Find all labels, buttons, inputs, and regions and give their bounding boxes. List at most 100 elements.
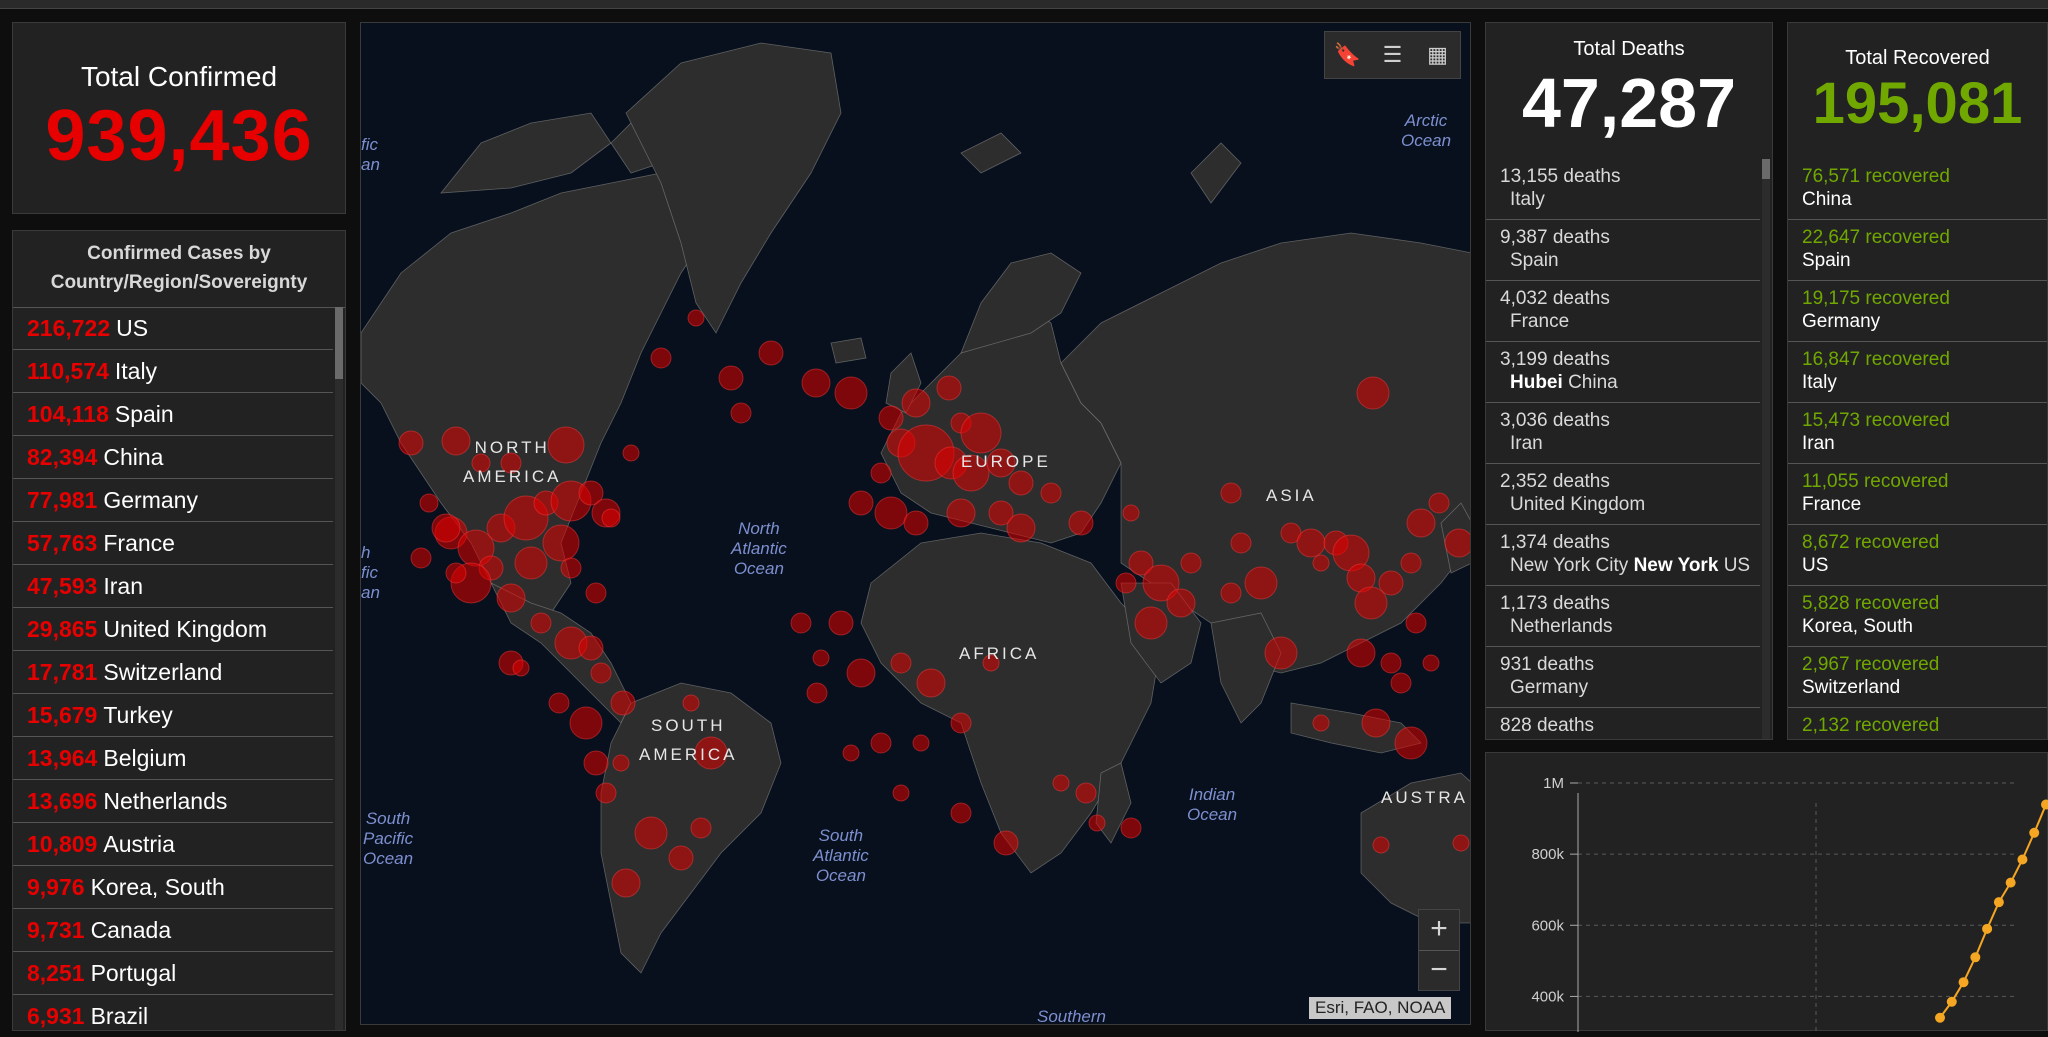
case-bubble[interactable] — [569, 706, 603, 740]
recovered-row[interactable]: 19,175 recovered Germany — [1788, 281, 2047, 342]
case-bubble[interactable] — [1356, 376, 1390, 410]
case-bubble[interactable] — [1040, 482, 1062, 504]
chart-data-point[interactable] — [2029, 827, 2040, 838]
confirmed-row[interactable]: 15,679 Turkey — [13, 694, 333, 737]
case-bubble[interactable] — [993, 830, 1019, 856]
case-bubble[interactable] — [1006, 513, 1036, 543]
case-bubble[interactable] — [828, 610, 854, 636]
case-bubble[interactable] — [1122, 504, 1140, 522]
case-bubble[interactable] — [590, 662, 612, 684]
case-bubble[interactable] — [1296, 528, 1326, 558]
case-bubble[interactable] — [1378, 570, 1404, 596]
confirmed-row[interactable]: 216,722 US — [13, 307, 333, 350]
case-bubble[interactable] — [595, 782, 617, 804]
chart-data-point[interactable] — [2017, 854, 2028, 865]
case-bubble[interactable] — [834, 376, 868, 410]
chart-data-point[interactable] — [1958, 977, 1969, 988]
case-bubble[interactable] — [950, 712, 972, 734]
case-bubble[interactable] — [668, 845, 694, 871]
case-bubble[interactable] — [682, 694, 700, 712]
chart-data-point[interactable] — [1993, 897, 2004, 908]
case-bubble[interactable] — [496, 583, 526, 613]
case-bubble[interactable] — [1166, 588, 1196, 618]
bookmark-icon[interactable]: 🔖 — [1330, 42, 1366, 68]
case-bubble[interactable] — [950, 802, 972, 824]
case-bubble[interactable] — [870, 732, 892, 754]
case-bubble[interactable] — [1075, 782, 1097, 804]
chart-data-point[interactable] — [1970, 952, 1981, 963]
case-bubble[interactable] — [1180, 552, 1202, 574]
case-bubble[interactable] — [1088, 814, 1106, 832]
case-bubble[interactable] — [1115, 572, 1137, 594]
map-canvas[interactable] — [361, 23, 1471, 1025]
chart-data-point[interactable] — [2041, 799, 2048, 810]
recovered-row[interactable]: 15,473 recovered Iran — [1788, 403, 2047, 464]
deaths-row[interactable]: 828 deaths — [1486, 708, 1760, 739]
confirmed-row[interactable]: 9,731 Canada — [13, 909, 333, 952]
confirmed-row[interactable]: 47,593 Iran — [13, 565, 333, 608]
deaths-list-scrollbar[interactable] — [1762, 159, 1770, 739]
basemap-gallery-icon[interactable]: ▦ — [1420, 42, 1456, 68]
recovered-row[interactable]: 8,672 recovered US — [1788, 525, 2047, 586]
case-bubble[interactable] — [687, 309, 705, 327]
case-bubble[interactable] — [1400, 552, 1422, 574]
case-bubble[interactable] — [1372, 836, 1390, 854]
case-bubble[interactable] — [790, 612, 812, 634]
case-bubble[interactable] — [1220, 582, 1242, 604]
case-bubble[interactable] — [946, 498, 976, 528]
case-bubble[interactable] — [622, 444, 640, 462]
world-map[interactable]: 🔖 ☰ ▦ NORTH AMERICA EUROPE ASIA AFRICA S… — [360, 22, 1471, 1025]
case-bubble[interactable] — [758, 340, 784, 366]
zoom-in-button[interactable]: + — [1419, 910, 1459, 951]
recovered-row[interactable]: 2,967 recovered Switzerland — [1788, 647, 2047, 708]
case-bubble[interactable] — [1452, 834, 1470, 852]
recovered-row[interactable]: 5,828 recovered Korea, South — [1788, 586, 2047, 647]
recovered-row[interactable]: 22,647 recovered Spain — [1788, 220, 2047, 281]
deaths-row[interactable]: 931 deaths Germany — [1486, 647, 1760, 708]
case-bubble[interactable] — [1312, 554, 1330, 572]
chart-data-point[interactable] — [2005, 877, 2016, 888]
recovered-row[interactable]: 76,571 recovered China — [1788, 159, 2047, 220]
case-bubble[interactable] — [690, 817, 712, 839]
case-bubble[interactable] — [445, 562, 467, 584]
zoom-out-button[interactable]: − — [1419, 951, 1459, 991]
case-bubble[interactable] — [1068, 510, 1094, 536]
confirmed-row[interactable]: 13,696 Netherlands — [13, 780, 333, 823]
chart-data-point[interactable] — [1946, 996, 1957, 1007]
case-bubble[interactable] — [903, 510, 929, 536]
case-bubble[interactable] — [936, 375, 962, 401]
case-bubble[interactable] — [1444, 528, 1471, 558]
confirmed-row[interactable]: 17,781 Switzerland — [13, 651, 333, 694]
confirmed-row[interactable]: 82,394 China — [13, 436, 333, 479]
case-bubble[interactable] — [1346, 638, 1376, 668]
confirmed-row[interactable]: 8,251 Portugal — [13, 952, 333, 995]
case-bubble[interactable] — [718, 365, 744, 391]
recovered-row[interactable]: 11,055 recovered France — [1788, 464, 2047, 525]
case-bubble[interactable] — [901, 388, 931, 418]
case-bubble[interactable] — [1230, 532, 1252, 554]
confirmed-row[interactable]: 10,809 Austria — [13, 823, 333, 866]
case-bubble[interactable] — [870, 462, 892, 484]
case-bubble[interactable] — [1406, 508, 1436, 538]
case-bubble[interactable] — [530, 612, 552, 634]
case-bubble[interactable] — [912, 734, 930, 752]
case-bubble[interactable] — [431, 513, 461, 543]
scrollbar-thumb[interactable] — [1762, 159, 1770, 179]
case-bubble[interactable] — [1052, 774, 1070, 792]
recovered-row[interactable]: 16,847 recovered Italy — [1788, 342, 2047, 403]
case-bubble[interactable] — [612, 754, 630, 772]
case-bubble[interactable] — [542, 524, 580, 562]
deaths-row[interactable]: 2,352 deaths United Kingdom — [1486, 464, 1760, 525]
case-bubble[interactable] — [730, 402, 752, 424]
case-bubble[interactable] — [1390, 672, 1412, 694]
case-bubble[interactable] — [846, 658, 876, 688]
case-bubble[interactable] — [1134, 606, 1168, 640]
case-bubble[interactable] — [812, 649, 830, 667]
confirmed-list-scrollbar[interactable] — [335, 307, 343, 1030]
confirmed-row[interactable]: 77,981 Germany — [13, 479, 333, 522]
map-attribution[interactable]: Esri, FAO, NOAA — [1309, 997, 1452, 1019]
case-bubble[interactable] — [1422, 654, 1440, 672]
confirmed-row[interactable]: 110,574 Italy — [13, 350, 333, 393]
deaths-row[interactable]: 3,199 deaths Hubei China — [1486, 342, 1760, 403]
case-bubble[interactable] — [585, 582, 607, 604]
